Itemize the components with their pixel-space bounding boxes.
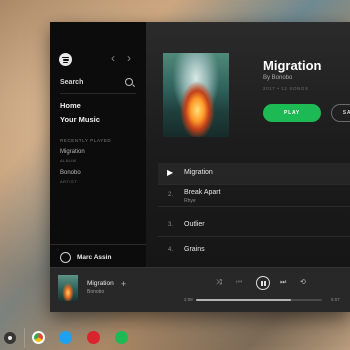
recent-item-type: ARTIST: [60, 179, 78, 184]
sidebar-divider: [60, 93, 136, 94]
recent-item-title[interactable]: Migration: [60, 149, 85, 155]
track-row[interactable]: 4. Grains: [158, 240, 350, 262]
user-avatar-icon: [60, 252, 71, 263]
spotify-icon[interactable]: [115, 331, 128, 344]
track-artist[interactable]: Rhye: [184, 198, 196, 204]
shelf-divider: [24, 328, 25, 348]
recent-item-title[interactable]: Bonobo: [60, 170, 81, 176]
launcher-icon[interactable]: [4, 332, 16, 344]
track-number: 2.: [168, 192, 174, 198]
track-title: Break Apart: [184, 189, 221, 196]
now-playing-bar: Migration Bonobo + ⤨ ⏮ ⏭ ⟲ 2:08 5:07: [50, 267, 350, 312]
track-number: 4.: [168, 247, 174, 253]
back-arrow-icon[interactable]: ‹: [111, 51, 115, 65]
album-artist[interactable]: By Bonobo: [263, 75, 292, 81]
progress-fill: [196, 299, 291, 301]
recent-item-type: ALBUM: [60, 158, 77, 163]
track-row[interactable]: 3. Outlier: [158, 215, 350, 237]
album-meta: 2017 • 12 SONGS: [263, 86, 309, 91]
duration-time: 5:07: [331, 297, 340, 302]
user-divider: [50, 244, 146, 245]
chrome-icon[interactable]: [32, 331, 45, 344]
pause-button[interactable]: [256, 276, 270, 290]
progress-bar[interactable]: [196, 299, 322, 301]
sidebar: ‹ › Search Home Your Music RECENTLY PLAY…: [50, 22, 146, 267]
track-title: Migration: [184, 169, 213, 176]
user-profile[interactable]: Marc Assin: [60, 252, 140, 264]
play-button[interactable]: PLAY: [263, 104, 321, 122]
sidebar-item-home[interactable]: Home: [60, 101, 81, 110]
music-player-window: ‹ › Search Home Your Music RECENTLY PLAY…: [50, 22, 350, 312]
forward-arrow-icon[interactable]: ›: [127, 51, 131, 65]
track-title: Outlier: [184, 221, 205, 228]
track-row[interactable]: ▶ Migration: [158, 163, 350, 185]
recently-played-heading: RECENTLY PLAYED: [60, 138, 112, 143]
now-playing-artist[interactable]: Bonobo: [87, 289, 104, 295]
track-row[interactable]: 2. Break Apart Rhye: [158, 185, 350, 207]
search-icon[interactable]: [125, 78, 133, 86]
sidebar-item-your-music[interactable]: Your Music: [60, 115, 100, 124]
shuffle-icon[interactable]: ⤨: [216, 279, 222, 286]
play-icon[interactable]: ▶: [167, 168, 173, 177]
album-view: Migration By Bonobo 2017 • 12 SONGS PLAY…: [146, 22, 350, 267]
taskbar: [0, 326, 350, 350]
user-name: Marc Assin: [77, 254, 112, 261]
now-playing-cover[interactable]: [58, 275, 78, 301]
album-cover: [163, 53, 229, 137]
app-icon[interactable]: [87, 331, 100, 344]
now-playing-title[interactable]: Migration: [87, 280, 114, 287]
twitter-icon[interactable]: [59, 331, 72, 344]
repeat-icon[interactable]: ⟲: [300, 279, 306, 286]
track-title: Grains: [184, 246, 205, 253]
album-title: Migration: [263, 58, 322, 73]
track-number: 3.: [168, 222, 174, 228]
search-label[interactable]: Search: [60, 79, 83, 86]
elapsed-time: 2:08: [184, 297, 193, 302]
add-icon[interactable]: +: [121, 280, 126, 289]
previous-icon[interactable]: ⏮: [236, 279, 242, 286]
spotify-logo-icon[interactable]: [59, 53, 72, 66]
next-icon[interactable]: ⏭: [280, 279, 286, 286]
save-button[interactable]: SAVE: [331, 104, 350, 122]
